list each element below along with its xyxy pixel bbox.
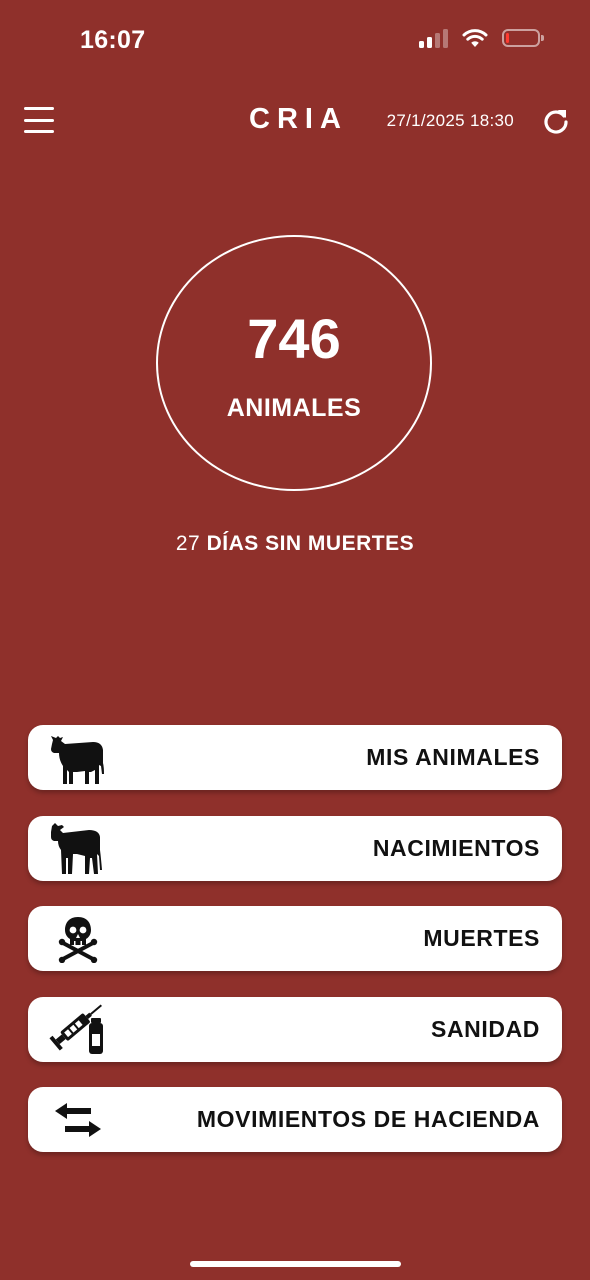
menu-item-label: MIS ANIMALES bbox=[366, 744, 540, 770]
streak-text: DÍAS SIN MUERTES bbox=[206, 532, 415, 555]
menu-item-muertes[interactable]: MUERTES bbox=[28, 906, 562, 971]
syringe-vial-icon bbox=[48, 1001, 108, 1058]
animal-count-circle: 746 ANIMALES bbox=[156, 235, 432, 491]
days-without-deaths: 27 DÍAS SIN MUERTES bbox=[0, 532, 590, 556]
menu-item-sanidad[interactable]: SANIDAD bbox=[28, 996, 562, 1062]
status-icons bbox=[419, 28, 544, 48]
menu-item-nacimientos[interactable]: NACIMIENTOS bbox=[28, 815, 562, 881]
status-time: 16:07 bbox=[80, 26, 146, 54]
calf-icon bbox=[48, 820, 108, 877]
animal-count: 746 bbox=[247, 307, 341, 370]
menu-item-movimientos-de-hacienda[interactable]: MOVIMIENTOS DE HACIENDA bbox=[28, 1087, 562, 1152]
menu-item-label: SANIDAD bbox=[431, 1015, 540, 1042]
cellular-signal-icon bbox=[419, 28, 448, 48]
streak-days: 27 bbox=[175, 532, 201, 555]
last-updated-timestamp: 27/1/2025 18:30 bbox=[386, 111, 514, 130]
refresh-icon[interactable] bbox=[542, 107, 570, 135]
menu-item-mis-animales[interactable]: MIS ANIMALES bbox=[28, 725, 562, 790]
menu-item-label: NACIMIENTOS bbox=[372, 834, 540, 861]
transfer-arrows-icon bbox=[48, 1091, 108, 1148]
app-header: CRIA 27/1/2025 18:30 bbox=[0, 95, 590, 145]
main-menu: MIS ANIMALES NACIMIENTOS MUERTES SANIDAD… bbox=[28, 725, 562, 1178]
home-indicator[interactable] bbox=[190, 1261, 401, 1267]
animal-count-label: ANIMALES bbox=[226, 394, 362, 422]
menu-item-label: MUERTES bbox=[423, 925, 540, 951]
skull-crossbones-icon bbox=[48, 910, 108, 967]
menu-item-label: MOVIMIENTOS DE HACIENDA bbox=[196, 1106, 540, 1132]
wifi-icon bbox=[462, 29, 488, 47]
status-bar: 16:07 bbox=[0, 0, 590, 80]
battery-level bbox=[506, 33, 509, 43]
cow-icon bbox=[48, 729, 108, 786]
battery-icon bbox=[502, 29, 544, 47]
